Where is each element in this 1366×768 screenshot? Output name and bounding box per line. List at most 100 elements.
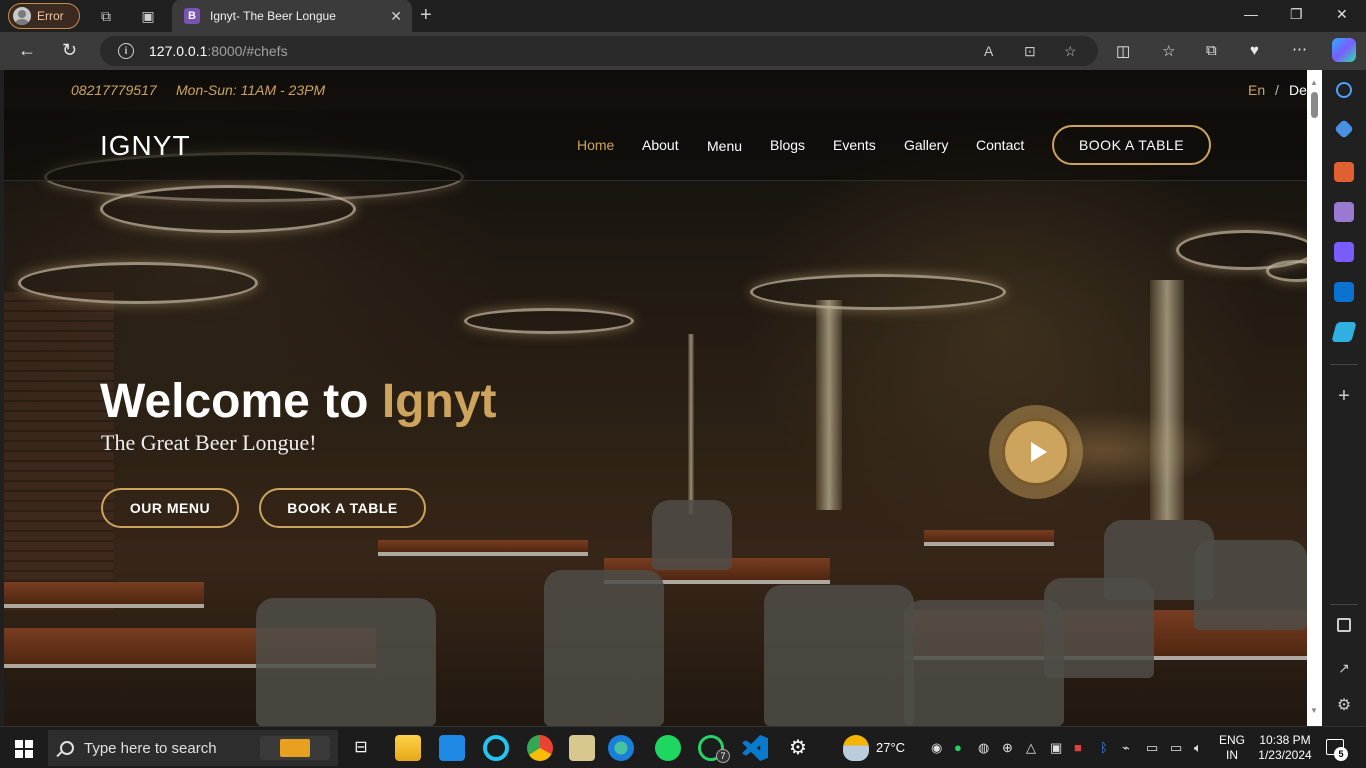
windows-start-icon[interactable] <box>15 740 33 758</box>
spotify-tray-icon[interactable]: ● <box>954 740 962 755</box>
performance-icon[interactable]: ♥ <box>1250 42 1259 59</box>
vscode-icon[interactable] <box>742 735 768 761</box>
refresh-icon[interactable]: ↻ <box>62 40 77 61</box>
games-icon[interactable] <box>1334 202 1354 222</box>
drop-icon[interactable] <box>1331 322 1357 342</box>
globe-icon[interactable]: ⊕ <box>1002 740 1013 756</box>
favorites-icon[interactable]: ☆ <box>1162 42 1175 60</box>
minimize-icon[interactable]: — <box>1244 6 1258 22</box>
search-icon <box>60 741 74 755</box>
address-bar[interactable]: i 127.0.0.1 :8000/#chefs A ⊡ ☆ <box>100 36 1098 66</box>
spotify-icon[interactable] <box>655 735 681 761</box>
nav-about[interactable]: About <box>642 137 679 153</box>
search-icon[interactable] <box>1336 82 1352 98</box>
hide-sidebar-icon[interactable] <box>1337 618 1351 632</box>
battery-icon[interactable]: ▭ <box>1170 740 1182 756</box>
mail-icon[interactable] <box>439 735 465 761</box>
site-info-icon[interactable]: i <box>118 43 134 59</box>
notification-count: 5 <box>1334 747 1348 761</box>
whatsapp-badge: 7 <box>716 749 730 763</box>
meet-icon[interactable]: ▭ <box>1146 740 1158 756</box>
discord-icon[interactable]: ◍ <box>978 740 989 756</box>
immersive-reader-icon[interactable]: ⊡ <box>1024 43 1036 60</box>
lang-en-link[interactable]: En <box>1248 82 1265 98</box>
record-icon[interactable]: ◉ <box>931 740 942 756</box>
cortana-icon[interactable] <box>483 735 509 761</box>
system-clock[interactable]: 10:38 PM 1/23/2024 <box>1252 733 1318 763</box>
drive-icon[interactable]: △ <box>1026 740 1036 756</box>
close-window-icon[interactable]: ✕ <box>1336 6 1348 23</box>
copilot-icon[interactable] <box>1332 38 1356 62</box>
url-path: :8000/#chefs <box>207 43 288 59</box>
sidebar-divider <box>1330 364 1358 365</box>
bluetooth-icon[interactable]: ᛒ <box>1100 740 1108 755</box>
read-aloud-icon[interactable]: A <box>984 43 993 59</box>
url-host: 127.0.0.1 <box>149 43 208 59</box>
volume-icon[interactable]: 🔈︎ <box>1194 740 1202 756</box>
header-book-table-button[interactable]: BOOK A TABLE <box>1052 125 1211 165</box>
clock-time: 10:38 PM <box>1259 733 1311 747</box>
settings-gear-icon[interactable]: ⚙ <box>1334 696 1354 716</box>
nav-events[interactable]: Events <box>833 137 876 153</box>
settings-icon[interactable]: ⚙ <box>785 735 811 761</box>
split-screen-icon[interactable]: ◫ <box>1116 42 1130 60</box>
scroll-down-icon[interactable]: ▼ <box>1310 706 1318 715</box>
more-menu-icon[interactable]: ⋯ <box>1292 40 1307 58</box>
nav-gallery[interactable]: Gallery <box>904 137 948 153</box>
file-explorer-icon[interactable] <box>395 735 421 761</box>
windows-taskbar: Type here to search ⊟ 7 ⚙ 27°C ◉ ● ◍ ⊕ △… <box>0 726 1366 768</box>
hero-subtitle: The Great Beer Longue! <box>101 430 317 455</box>
tab-actions-icon[interactable]: ▣ <box>139 7 157 25</box>
close-tab-icon[interactable]: ✕ <box>390 8 402 25</box>
lang-code: ENG <box>1219 733 1246 747</box>
search-highlight-image <box>260 736 330 760</box>
lang-region: IN <box>1226 748 1238 762</box>
tray-app-icon[interactable]: ▣ <box>1050 740 1062 756</box>
edge-browser-icon[interactable] <box>608 735 634 761</box>
back-icon[interactable]: ← <box>18 40 36 61</box>
opening-hours: Mon-Sun: 11AM - 23PM <box>176 82 326 98</box>
restore-icon[interactable]: ❐ <box>1290 6 1303 23</box>
task-view-icon[interactable]: ⊟ <box>348 735 374 761</box>
collections-icon[interactable]: ⧉ <box>1206 42 1217 59</box>
lang-de-link[interactable]: De <box>1289 82 1307 98</box>
play-video-button[interactable] <box>989 405 1083 499</box>
hero-book-table-button[interactable]: BOOK A TABLE <box>259 488 426 528</box>
new-tab-button[interactable]: + <box>420 4 432 27</box>
network-icon[interactable]: ⌁ <box>1122 740 1130 756</box>
microsoft-365-icon[interactable] <box>1334 242 1354 262</box>
open-external-icon[interactable]: ↗ <box>1334 658 1354 678</box>
taskbar-search-box[interactable]: Type here to search <box>48 730 338 766</box>
tools-icon[interactable] <box>1334 162 1354 182</box>
site-header: IGNYT Home About Menu Blogs Events Galle… <box>4 110 1307 181</box>
security-icon[interactable]: ■ <box>1074 740 1082 755</box>
outlook-icon[interactable] <box>1334 282 1354 302</box>
scroll-thumb[interactable] <box>1311 92 1318 118</box>
weather-temperature[interactable]: 27°C <box>876 740 905 755</box>
tab-title: Ignyt- The Beer Longue <box>210 9 336 23</box>
app-icon[interactable] <box>569 735 595 761</box>
nav-blogs[interactable]: Blogs <box>770 137 805 153</box>
page-scrollbar[interactable]: ▲ ▼ <box>1307 70 1322 726</box>
hero-title-prefix: Welcome to <box>100 375 382 428</box>
play-icon <box>1030 442 1047 462</box>
chrome-icon[interactable] <box>527 735 553 761</box>
favorite-star-icon[interactable]: ☆ <box>1064 43 1077 60</box>
profile-label: Error <box>37 9 64 23</box>
workspaces-icon[interactable]: ⧉ <box>97 7 115 25</box>
nav-menu[interactable]: Menu <box>707 138 742 154</box>
input-language[interactable]: ENG IN <box>1219 733 1245 763</box>
our-menu-button[interactable]: OUR MENU <box>101 488 239 528</box>
add-icon[interactable]: + <box>1334 386 1354 406</box>
nav-home[interactable]: Home <box>577 137 614 153</box>
profile-button[interactable]: Error <box>8 3 80 29</box>
hero-title: Welcome to Ignyt <box>100 374 497 429</box>
lang-separator: / <box>1275 82 1279 98</box>
tab-active[interactable]: B Ignyt- The Beer Longue ✕ <box>172 0 412 32</box>
shopping-tag-icon[interactable] <box>1334 119 1354 139</box>
site-logo[interactable]: IGNYT <box>100 130 191 162</box>
scroll-up-icon[interactable]: ▲ <box>1310 78 1318 87</box>
weather-icon[interactable] <box>843 735 869 761</box>
nav-contact[interactable]: Contact <box>976 137 1024 153</box>
taskbar-search-placeholder: Type here to search <box>84 739 217 757</box>
